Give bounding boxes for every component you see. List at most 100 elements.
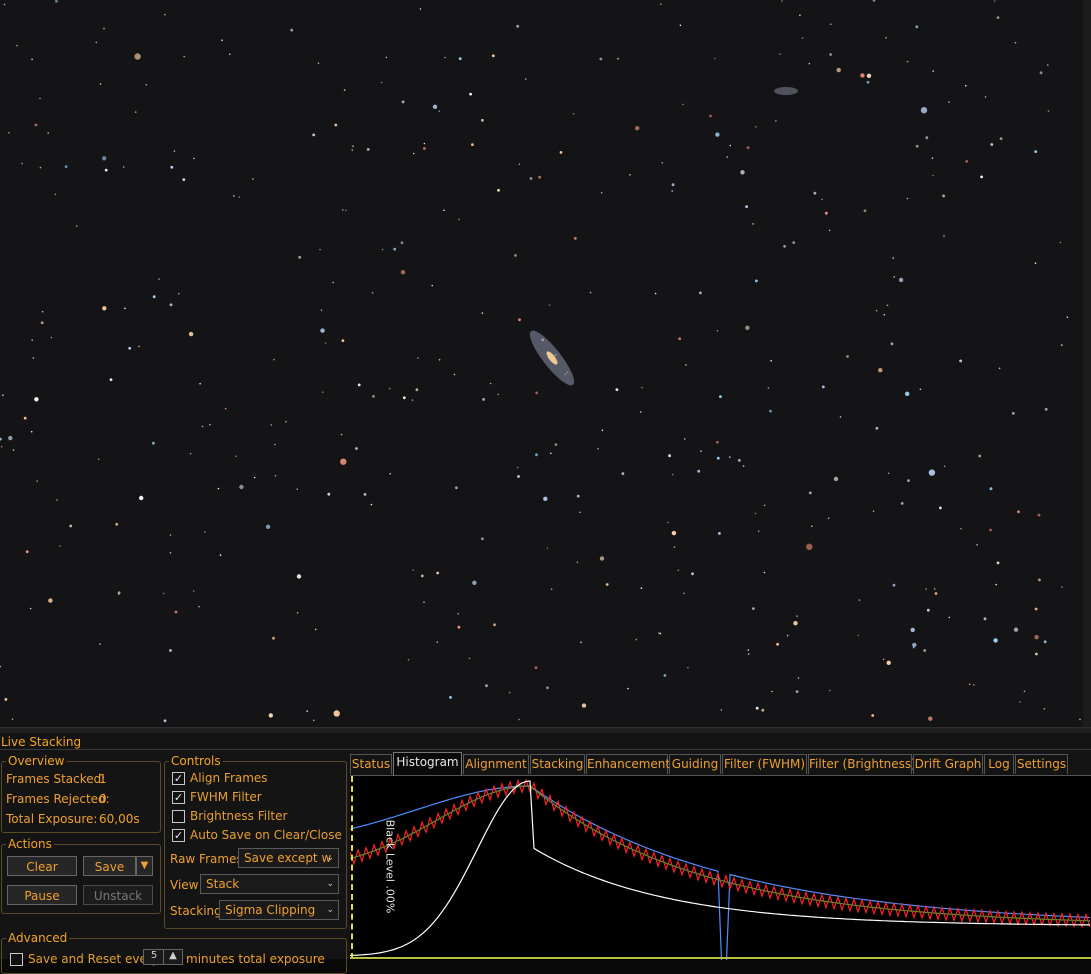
star — [431, 284, 434, 287]
star — [775, 120, 777, 122]
star — [471, 143, 474, 147]
raw-frames-value: Save except w — [244, 851, 332, 865]
star — [776, 642, 779, 646]
star — [290, 28, 294, 32]
unstack-button[interactable]: Unstack — [83, 885, 153, 905]
star — [808, 491, 812, 495]
star — [233, 195, 235, 197]
star — [334, 123, 338, 127]
save-button[interactable]: Save — [83, 856, 136, 876]
auto-save-label: Auto Save on Clear/Close — [190, 828, 342, 842]
title-divider — [0, 749, 1091, 750]
star — [415, 388, 419, 392]
tab-drift-graph[interactable]: Drift Graph — [913, 754, 983, 774]
star — [265, 524, 271, 529]
star — [21, 162, 23, 165]
star — [934, 592, 938, 595]
star — [320, 309, 323, 312]
star — [1037, 513, 1041, 517]
pause-button[interactable]: Pause — [7, 885, 77, 905]
tab-filter-fwhm[interactable]: Filter (FWHM) — [722, 754, 807, 774]
star — [529, 177, 533, 180]
star — [883, 313, 886, 316]
brightness-filter-check-icon[interactable] — [172, 810, 185, 823]
star — [372, 395, 375, 398]
star — [3, 3, 6, 6]
star — [145, 84, 148, 86]
star — [767, 387, 770, 389]
view-select[interactable]: Stack ⌄ — [200, 874, 339, 894]
star — [34, 123, 38, 127]
save-reset-minutes-input[interactable]: 5 — [143, 949, 165, 965]
star — [755, 126, 757, 128]
auto-save-check-icon[interactable]: ✓ — [172, 829, 185, 842]
star — [1023, 690, 1026, 693]
star — [1035, 652, 1038, 656]
black-level-marker[interactable] — [351, 776, 353, 959]
star — [697, 469, 701, 473]
star — [752, 223, 754, 225]
star — [576, 561, 579, 563]
star — [412, 569, 415, 571]
spinner-up-icon[interactable]: ▲ — [163, 949, 183, 965]
star — [55, 0, 58, 3]
tab-filter-brightness[interactable]: Filter (Brightness) — [808, 754, 916, 774]
star — [535, 453, 538, 457]
star — [579, 511, 581, 514]
star — [671, 190, 673, 192]
tab-enhancement[interactable]: Enhancement — [586, 754, 670, 774]
tab-settings[interactable]: Settings — [1015, 754, 1068, 774]
star — [858, 599, 861, 601]
image-vertical-scrollbar[interactable] — [1083, 0, 1091, 727]
clear-button[interactable]: Clear — [7, 856, 77, 876]
fwhm-filter-check-icon[interactable]: ✓ — [172, 791, 185, 804]
star — [683, 438, 686, 440]
star — [898, 277, 904, 283]
star — [352, 145, 354, 147]
star — [252, 178, 254, 180]
star — [833, 476, 839, 482]
tab-log[interactable]: Log — [984, 754, 1014, 774]
star — [103, 27, 105, 30]
histogram-green-curve — [349, 785, 1091, 922]
star — [683, 592, 685, 595]
star — [797, 677, 800, 679]
star — [640, 587, 643, 589]
star — [1038, 578, 1041, 582]
star — [886, 304, 889, 307]
star — [943, 235, 945, 237]
star — [679, 24, 682, 27]
histogram-plot[interactable] — [349, 775, 1091, 974]
save-dropdown-arrow-icon[interactable]: ▼ — [136, 856, 153, 876]
save-reset-minutes-value[interactable]: 5 — [151, 950, 157, 961]
star — [29, 607, 32, 610]
star — [199, 382, 201, 385]
star — [351, 149, 354, 151]
star — [518, 318, 521, 322]
star — [821, 385, 825, 389]
star — [763, 571, 766, 574]
chevron-down-icon: ⌄ — [326, 853, 334, 863]
tab-alignment[interactable]: Alignment — [463, 754, 529, 774]
star — [754, 512, 757, 515]
star — [600, 192, 603, 194]
star — [508, 691, 511, 694]
save-reset-check-icon[interactable] — [10, 953, 23, 966]
star — [134, 53, 141, 60]
tab-stacking[interactable]: Stacking — [530, 754, 585, 774]
star — [912, 642, 917, 648]
histogram-curves — [349, 778, 1091, 974]
star — [31, 339, 33, 342]
stacking-select[interactable]: Sigma Clipping ⌄ — [219, 900, 339, 920]
raw-frames-select[interactable]: Save except w ⌄ — [238, 848, 339, 868]
align-frames-check-icon[interactable]: ✓ — [172, 772, 185, 785]
live-stack-image[interactable] — [0, 0, 1091, 727]
star — [597, 447, 599, 450]
star — [313, 719, 315, 722]
tab-status[interactable]: Status — [350, 754, 392, 774]
tab-guiding[interactable]: Guiding — [669, 754, 721, 774]
star — [342, 209, 344, 211]
tab-histogram[interactable]: Histogram — [393, 752, 462, 775]
star — [846, 355, 849, 358]
star — [134, 111, 137, 113]
